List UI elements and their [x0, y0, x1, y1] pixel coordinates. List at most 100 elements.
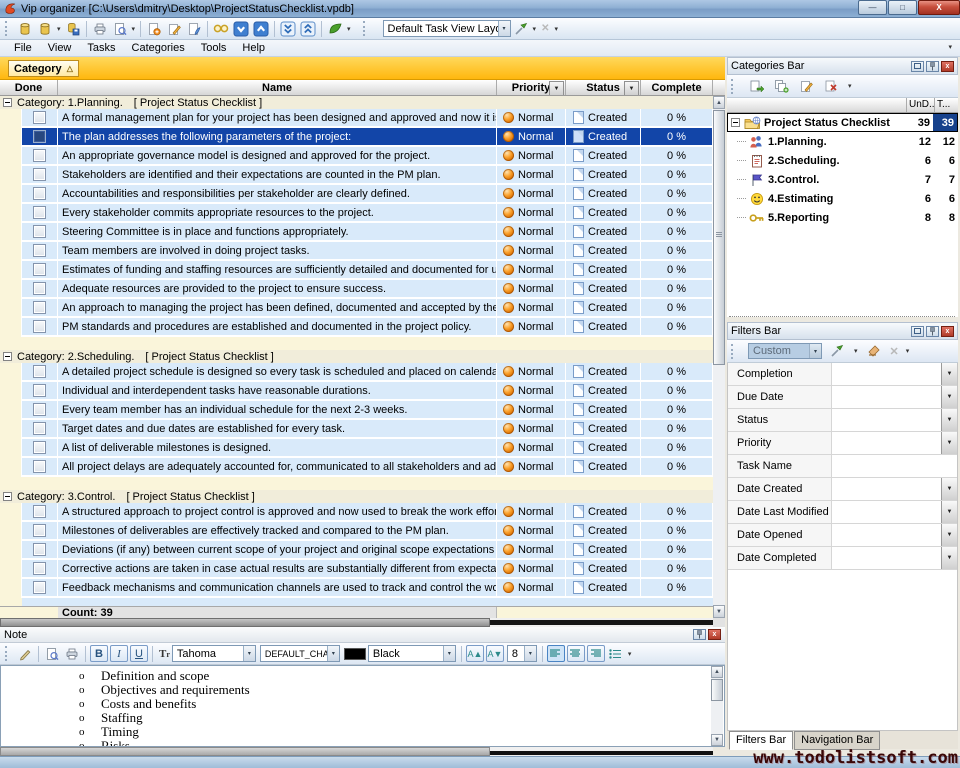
task-checkbox[interactable] — [33, 562, 46, 575]
filter-value[interactable] — [832, 455, 957, 477]
task-checkbox[interactable] — [33, 505, 46, 518]
task-checkbox[interactable] — [33, 384, 46, 397]
edit-task-button[interactable] — [164, 19, 184, 38]
task-checkbox[interactable] — [33, 187, 46, 200]
filter-value[interactable] — [832, 363, 941, 385]
task-row[interactable]: Steering Committee is in place and funct… — [0, 223, 713, 242]
menu-categories[interactable]: Categories — [124, 40, 193, 56]
add-subcategory-button[interactable] — [771, 77, 791, 96]
charset-combo[interactable]: DEFAULT_CHAR ▾ — [260, 645, 340, 662]
status-filter-button[interactable]: ▼ — [624, 81, 639, 95]
shrink-font-button[interactable]: A▼ — [486, 645, 504, 662]
group-header-row[interactable]: Category: 1.Planning.[ Project Status Ch… — [0, 96, 713, 109]
edit-category-button[interactable] — [796, 77, 816, 96]
clear-filter-button[interactable] — [865, 342, 885, 361]
filter-dropdown-button[interactable]: ▼ — [941, 432, 957, 454]
close-panel-button[interactable]: x — [708, 629, 721, 640]
view-task-button[interactable] — [211, 19, 231, 38]
note-toolbar-dropdown[interactable]: ▾ — [628, 650, 632, 658]
pin-panel-button[interactable] — [693, 629, 706, 640]
task-row[interactable]: Feedback mechanisms and communication ch… — [0, 579, 713, 598]
task-row[interactable]: An appropriate governance model is desig… — [0, 147, 713, 166]
print-button[interactable] — [90, 19, 110, 38]
menu-file[interactable]: File — [6, 40, 40, 56]
task-checkbox[interactable] — [33, 403, 46, 416]
column-header-name[interactable]: Name — [58, 80, 497, 95]
combo-dropdown-icon[interactable]: ▾ — [443, 646, 455, 661]
pin-panel-button[interactable] — [926, 61, 939, 72]
font-name-combo[interactable]: Tahoma ▾ — [172, 645, 256, 662]
scroll-down-icon[interactable]: ▼ — [713, 605, 725, 618]
align-right-button[interactable] — [587, 645, 605, 662]
print-dropdown[interactable]: ▾ — [132, 25, 136, 33]
task-checkbox[interactable] — [33, 149, 46, 162]
add-category-button[interactable] — [746, 77, 766, 96]
group-header-row[interactable]: Category: 2.Scheduling.[ Project Status … — [0, 350, 713, 363]
grid-vscroll-thumb[interactable] — [713, 110, 725, 365]
scroll-up-icon[interactable]: ▲ — [711, 666, 723, 678]
task-checkbox[interactable] — [33, 543, 46, 556]
filter-value[interactable] — [832, 409, 941, 431]
pin-panel-button[interactable] — [926, 326, 939, 337]
edit-note-button[interactable] — [15, 644, 35, 663]
scroll-up-icon[interactable]: ▲ — [713, 96, 725, 109]
delete-filter-button[interactable]: ✕ — [890, 345, 899, 358]
collapse-tree-icon[interactable] — [731, 118, 740, 127]
filter-dropdown-button[interactable]: ▼ — [941, 363, 957, 385]
menu-overflow-dropdown[interactable]: ▾ — [948, 43, 952, 51]
close-panel-button[interactable]: x — [941, 326, 954, 337]
menu-tools[interactable]: Tools — [193, 40, 235, 56]
font-size-combo[interactable]: 8 ▾ — [507, 645, 537, 662]
task-row[interactable]: Every stakeholder commits appropriate re… — [0, 204, 713, 223]
task-checkbox[interactable] — [33, 206, 46, 219]
grid-vertical-scrollbar[interactable]: ▲ ▼ — [713, 96, 725, 618]
maximize-button[interactable]: □ — [888, 0, 917, 15]
category-row[interactable]: 4.Estimating66 — [727, 189, 958, 208]
note-hscroll-thumb[interactable] — [0, 747, 490, 756]
column-header-done[interactable]: Done — [0, 80, 58, 95]
new-database-button[interactable] — [15, 19, 35, 38]
column-header-undone[interactable]: UnD... — [906, 98, 934, 112]
save-database-button[interactable] — [63, 19, 83, 38]
task-checkbox[interactable] — [33, 130, 46, 143]
grid-hscroll-thumb[interactable] — [0, 618, 490, 627]
apply-filter-dropdown[interactable]: ▾ — [854, 347, 858, 355]
filter-preset-combo[interactable]: Custom ▾ — [748, 343, 822, 359]
task-row[interactable]: Estimates of funding and staffing resour… — [0, 261, 713, 280]
filter-value[interactable] — [832, 386, 941, 408]
task-checkbox[interactable] — [33, 441, 46, 454]
delete-category-button[interactable] — [821, 77, 841, 96]
task-row[interactable]: Deviations (if any) between current scop… — [0, 541, 713, 560]
task-view-layout-combo[interactable]: Default Task View Layout ▾ — [383, 20, 511, 37]
align-left-button[interactable] — [547, 645, 565, 662]
underline-button[interactable]: U — [130, 645, 148, 662]
layout-dropdown[interactable]: ▾ — [347, 25, 351, 33]
category-row[interactable]: 5.Reporting88 — [727, 208, 958, 227]
column-header-complete[interactable]: Complete — [641, 80, 713, 95]
group-by-field[interactable]: Category △ — [8, 60, 79, 77]
menu-view[interactable]: View — [40, 40, 80, 56]
scroll-down-icon[interactable]: ▼ — [711, 734, 723, 746]
italic-button[interactable]: I — [110, 645, 128, 662]
menu-help[interactable]: Help — [234, 40, 273, 56]
filter-value[interactable] — [832, 501, 941, 523]
collapse-all-button[interactable] — [298, 19, 318, 38]
category-row[interactable]: 2.Scheduling.66 — [727, 151, 958, 170]
combo-dropdown-icon[interactable]: ▾ — [524, 646, 536, 661]
filter-dropdown-button[interactable]: ▼ — [941, 386, 957, 408]
combo-dropdown-icon[interactable]: ▾ — [809, 344, 821, 358]
task-checkbox[interactable] — [33, 225, 46, 238]
grow-font-button[interactable]: A▲ — [466, 645, 484, 662]
apply-layout-button[interactable] — [511, 19, 531, 38]
move-down-button[interactable] — [231, 19, 251, 38]
print-preview-button[interactable] — [110, 19, 130, 38]
delete-task-button[interactable] — [184, 19, 204, 38]
apply-layout-dropdown[interactable]: ▾ — [533, 25, 537, 33]
bold-button[interactable]: B — [90, 645, 108, 662]
note-vscroll-thumb[interactable] — [711, 679, 723, 701]
toolbar-grip[interactable] — [5, 646, 11, 661]
task-row[interactable]: A formal management plan for your projec… — [0, 109, 713, 128]
filter-dropdown-button[interactable]: ▼ — [941, 501, 957, 523]
task-checkbox[interactable] — [33, 168, 46, 181]
filter-value[interactable] — [832, 432, 941, 454]
